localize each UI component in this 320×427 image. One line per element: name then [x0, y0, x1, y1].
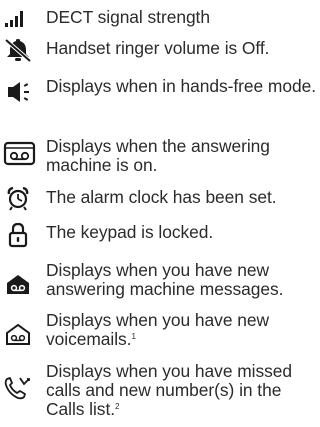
legend-text: The alarm clock has been set.	[46, 187, 277, 207]
legend-text: Handset ringer volume is Off.	[46, 38, 270, 58]
missed-calls-icon	[2, 375, 40, 401]
legend-text: Displays when the answering machine is o…	[46, 136, 270, 175]
legend-text: Displays when you have new answering mac…	[46, 260, 284, 299]
footnote-marker: 1	[131, 332, 136, 341]
legend-text: Displays when you have missed calls and …	[46, 362, 320, 419]
legend-text: DECT signal strength	[46, 7, 210, 27]
new-voicemail-icon	[2, 322, 40, 348]
dect-signal-strength-icon	[2, 6, 40, 32]
new-answering-machine-message-icon	[2, 272, 40, 298]
legend-text: Displays when you have new voicemails.1	[46, 311, 320, 349]
ringer-off-icon	[2, 37, 40, 63]
alarm-clock-icon	[2, 186, 40, 212]
speaker-icon	[2, 79, 40, 105]
keypad-lock-icon	[2, 222, 40, 248]
legend-text: The keypad is locked.	[46, 222, 214, 242]
answering-machine-icon	[2, 141, 40, 167]
footnote-marker: 2	[115, 402, 120, 411]
legend-text: Displays when in hands-free mode.	[46, 76, 316, 96]
legend-text-body: Displays when you have missed calls and …	[46, 361, 293, 419]
legend-text-body: Displays when you have new voicemails.	[46, 310, 269, 349]
